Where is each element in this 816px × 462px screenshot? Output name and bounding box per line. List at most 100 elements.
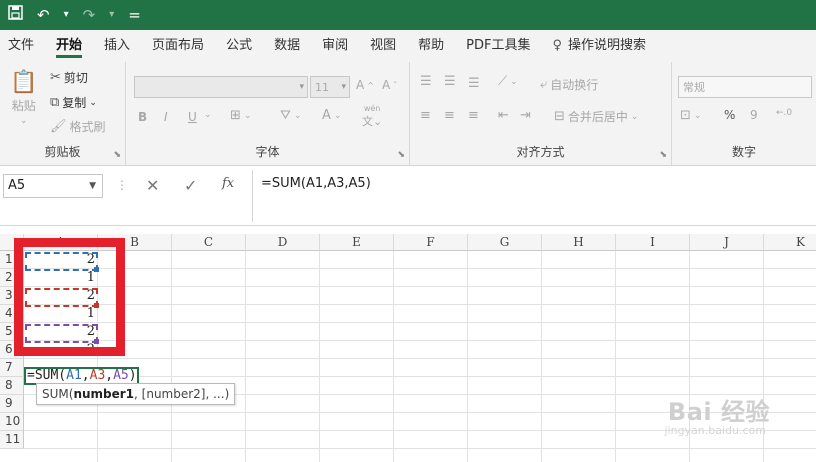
title-bar: ↶ ▾ ↷ ▾ = bbox=[0, 0, 816, 30]
font-color-icon: A bbox=[322, 108, 331, 123]
number-format-dropdown[interactable]: 常规 bbox=[678, 76, 812, 98]
cut-button[interactable]: ✂ 剪切 bbox=[50, 69, 88, 86]
tab-review[interactable]: 审阅 bbox=[322, 30, 348, 62]
column-header-h[interactable]: H bbox=[542, 234, 616, 251]
font-name-dropdown[interactable]: ▾ bbox=[134, 76, 308, 98]
comma-style-button[interactable]: 9 bbox=[750, 108, 758, 122]
merge-cells-icon: ⊟ bbox=[554, 109, 565, 124]
formula-ref-a3: A3 bbox=[89, 368, 106, 383]
increase-decimal-button[interactable]: ←.0 bbox=[776, 108, 792, 118]
underline-button[interactable]: U bbox=[188, 110, 197, 124]
decrease-indent-icon: ⇤ bbox=[498, 108, 509, 123]
align-center-button[interactable]: ≡ bbox=[444, 108, 455, 123]
tab-pdf-tools[interactable]: PDF工具集 bbox=[466, 30, 530, 62]
align-bottom-icon: ☰ bbox=[468, 76, 480, 91]
clipboard-group-label: 剪贴板 bbox=[44, 145, 81, 159]
tab-home[interactable]: 开始 bbox=[56, 30, 83, 62]
align-left-button[interactable]: ≡ bbox=[420, 108, 431, 123]
cancel-icon[interactable]: ✕ bbox=[146, 176, 159, 195]
tab-page-layout[interactable]: 页面布局 bbox=[152, 30, 204, 62]
row-header-8[interactable]: 8 bbox=[0, 377, 24, 395]
underline-dropdown[interactable]: ⌄ bbox=[204, 110, 212, 120]
phonetic-guide-button[interactable]: wén 文⌄ bbox=[362, 104, 382, 129]
percent-style-button[interactable]: % bbox=[724, 108, 735, 122]
column-header-k[interactable]: K bbox=[764, 234, 816, 251]
copy-button[interactable]: ⧉ 复制 ⌄ bbox=[50, 94, 97, 111]
tab-help[interactable]: 帮助 bbox=[418, 30, 444, 62]
enter-checkmark-icon[interactable]: ✓ bbox=[184, 176, 197, 195]
align-right-button[interactable]: ≡ bbox=[468, 108, 479, 123]
tell-me-search[interactable]: ♀ 操作说明搜索 bbox=[552, 30, 646, 62]
align-right-icon: ≡ bbox=[468, 108, 479, 123]
increase-indent-icon: ⇥ bbox=[520, 108, 531, 123]
orientation-button[interactable]: ⟋ ⌄ bbox=[498, 74, 518, 89]
column-header-d[interactable]: D bbox=[246, 234, 320, 251]
tab-insert[interactable]: 插入 bbox=[104, 30, 130, 62]
gridline bbox=[24, 322, 816, 323]
formula-input[interactable]: =SUM(A1,A3,A5) bbox=[252, 170, 816, 222]
chevron-down-icon: ▾ bbox=[299, 82, 304, 92]
merge-center-button[interactable]: ⊟ 合并后居中 ⌄ bbox=[554, 108, 638, 125]
number-group: 常规 ⊡ ⌄ % 9 ←.0 数字 bbox=[672, 62, 816, 166]
top-align-button[interactable]: ☰ bbox=[420, 74, 432, 89]
undo-dropdown-icon[interactable]: ▾ bbox=[64, 0, 69, 30]
column-header-e[interactable]: E bbox=[320, 234, 394, 251]
undo-icon[interactable]: ↶ bbox=[37, 0, 50, 30]
dialog-launcher-icon[interactable]: ⬊ bbox=[659, 150, 667, 160]
borders-icon: ⊞ bbox=[230, 108, 241, 123]
gridline bbox=[24, 268, 816, 269]
font-size-dropdown[interactable]: 11 ▾ bbox=[310, 76, 350, 98]
wrap-text-button[interactable]: ⤶ 自动换行 bbox=[540, 76, 598, 93]
column-header-f[interactable]: F bbox=[394, 234, 468, 251]
baidu-watermark-logo: Bai 经验 bbox=[667, 398, 770, 426]
gridline bbox=[24, 448, 816, 449]
insert-function-icon[interactable]: fx bbox=[222, 176, 234, 191]
save-icon[interactable] bbox=[8, 0, 23, 30]
decrease-font-size-button[interactable]: Aˇ bbox=[382, 78, 397, 92]
paste-button[interactable]: 📋 粘贴 ⌄ bbox=[10, 70, 37, 126]
accounting-format-button[interactable]: ⊡ ⌄ bbox=[680, 108, 701, 123]
column-header-i[interactable]: I bbox=[616, 234, 690, 251]
fill-color-button[interactable]: ⛛ ⌄ bbox=[280, 108, 301, 123]
column-header-g[interactable]: G bbox=[468, 234, 542, 251]
italic-button[interactable]: I bbox=[164, 110, 168, 124]
ribbon-tabs: 文件 开始 插入 页面布局 公式 数据 审阅 视图 帮助 PDF工具集 ♀ 操作说… bbox=[0, 30, 816, 62]
tab-formulas[interactable]: 公式 bbox=[226, 30, 252, 62]
currency-icon: ⊡ bbox=[680, 108, 691, 123]
dialog-launcher-icon[interactable]: ⬊ bbox=[113, 150, 121, 160]
redo-icon[interactable]: ↷ bbox=[83, 0, 96, 30]
function-argument-tooltip[interactable]: SUM(number1, [number2], ...) bbox=[36, 383, 236, 405]
tab-view[interactable]: 视图 bbox=[370, 30, 396, 62]
bottom-align-button[interactable]: ☰ bbox=[468, 76, 480, 91]
highlight-annotation-box bbox=[14, 238, 125, 356]
wrap-text-icon: ⤶ bbox=[540, 77, 548, 92]
row-header-10[interactable]: 10 bbox=[0, 413, 24, 431]
tab-file[interactable]: 文件 bbox=[8, 30, 34, 62]
row-header-9[interactable]: 9 bbox=[0, 395, 24, 413]
dialog-launcher-icon[interactable]: ⬊ bbox=[397, 150, 405, 160]
bold-button[interactable]: B bbox=[138, 110, 147, 124]
font-color-button[interactable]: A ⌄ bbox=[322, 108, 341, 123]
column-header-j[interactable]: J bbox=[690, 234, 764, 251]
increase-indent-button[interactable]: ⇥ bbox=[520, 108, 531, 123]
borders-button[interactable]: ⊞ ⌄ bbox=[230, 108, 251, 123]
formula-ref-a1: A1 bbox=[66, 368, 82, 383]
align-middle-icon: ☰ bbox=[444, 74, 456, 89]
middle-align-button[interactable]: ☰ bbox=[444, 74, 456, 89]
name-box[interactable]: A5 ▼ bbox=[3, 174, 103, 198]
scissors-icon: ✂ bbox=[50, 70, 61, 85]
row-header-7[interactable]: 7 bbox=[0, 359, 24, 377]
tab-data[interactable]: 数据 bbox=[274, 30, 300, 62]
column-header-c[interactable]: C bbox=[172, 234, 246, 251]
increase-font-size-button[interactable]: A ^ bbox=[356, 78, 374, 92]
row-header-11[interactable]: 11 bbox=[0, 431, 24, 449]
formula-ref-a5: A5 bbox=[113, 368, 129, 383]
tell-me-label: 操作说明搜索 bbox=[568, 38, 647, 53]
redo-dropdown-icon[interactable]: ▾ bbox=[109, 0, 114, 30]
gridline bbox=[24, 376, 816, 377]
customize-quick-access-button[interactable]: = bbox=[128, 0, 141, 30]
decrease-indent-button[interactable]: ⇤ bbox=[498, 108, 509, 123]
format-painter-button[interactable]: 🖌 格式刷 bbox=[50, 118, 106, 135]
number-group-label: 数字 bbox=[731, 145, 756, 159]
gridline bbox=[24, 304, 816, 305]
